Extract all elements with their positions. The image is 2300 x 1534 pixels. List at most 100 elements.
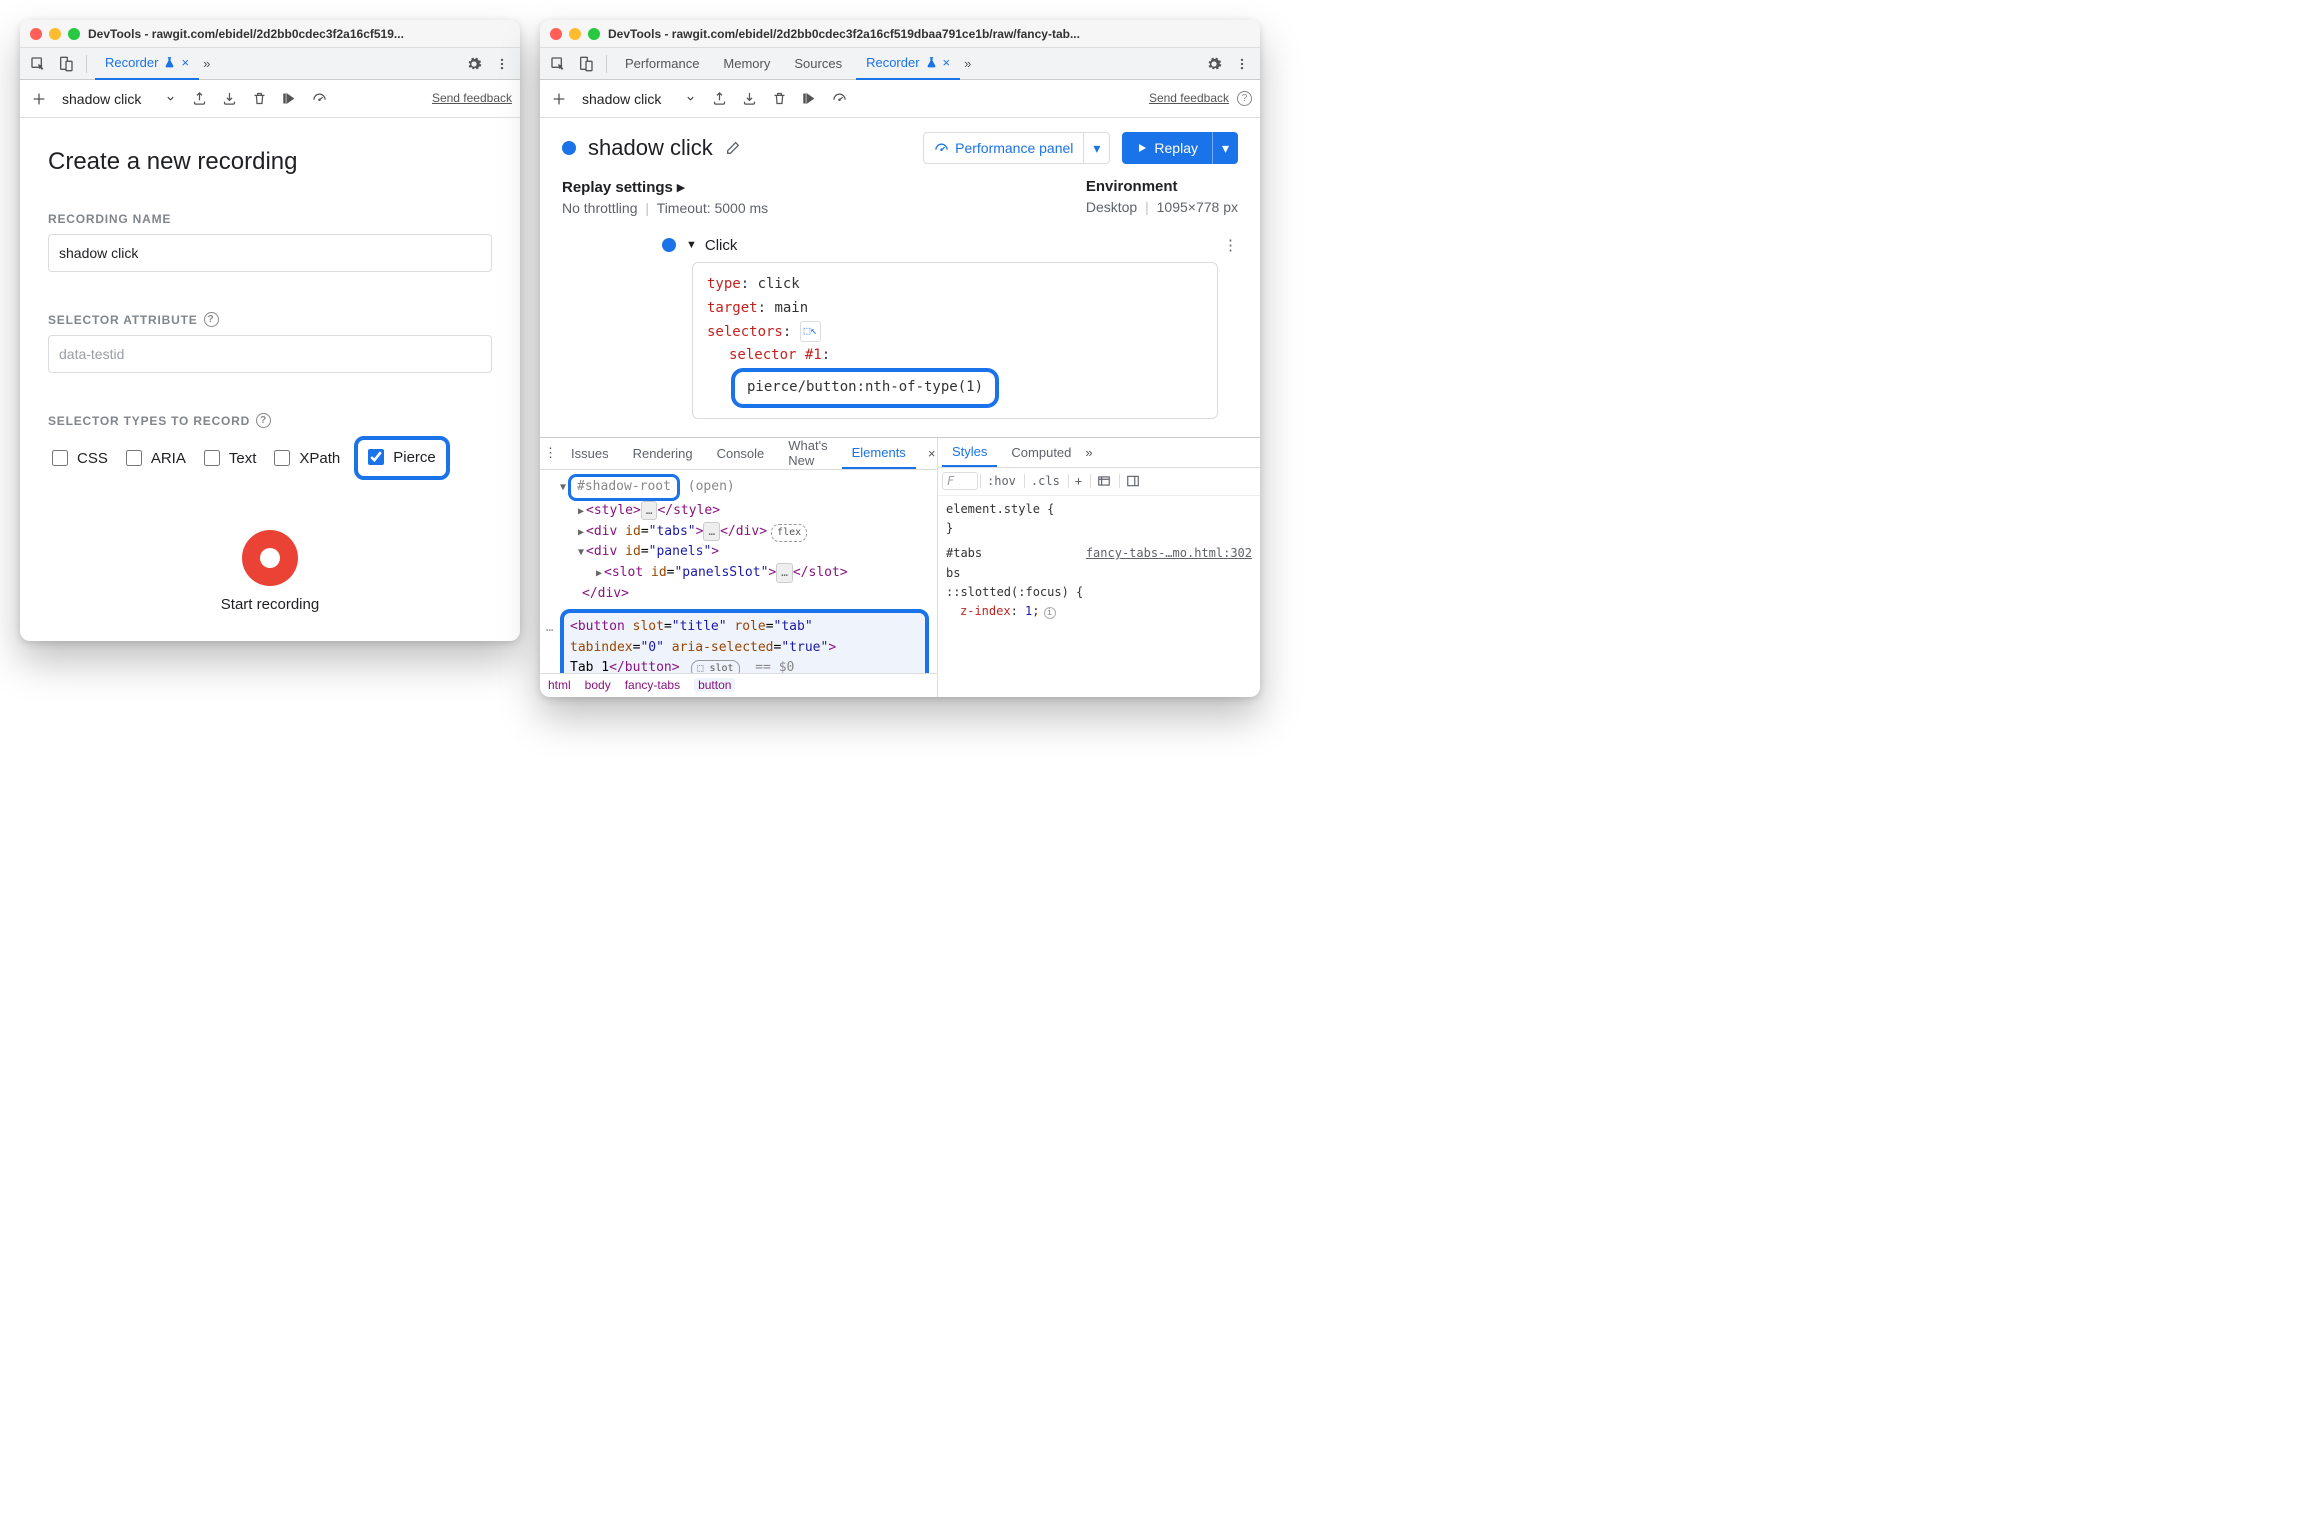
help-icon[interactable]: ? (1237, 91, 1252, 106)
checkbox-css[interactable]: CSS (48, 447, 108, 469)
tab-rendering[interactable]: Rendering (623, 437, 703, 469)
settings-gear-icon[interactable] (462, 52, 486, 76)
flex-badge[interactable]: flex (771, 524, 807, 542)
crumb-button[interactable]: button (694, 678, 735, 692)
edit-pencil-icon[interactable] (725, 140, 741, 156)
dropdown-icon[interactable]: ▾ (1212, 132, 1238, 164)
delete-icon[interactable] (768, 88, 790, 110)
minimize-window-icon[interactable] (569, 28, 581, 40)
slot-badge[interactable]: ⬚ slot (691, 660, 739, 673)
close-window-icon[interactable] (550, 28, 562, 40)
tab-memory[interactable]: Memory (713, 48, 780, 80)
more-tabs-icon[interactable]: » (203, 56, 210, 71)
close-window-icon[interactable] (30, 28, 42, 40)
close-tab-icon[interactable]: × (943, 55, 951, 70)
tab-styles[interactable]: Styles (942, 437, 997, 467)
selected-element[interactable]: ⋯ <button slot="title" role="tab" tabind… (560, 609, 929, 673)
send-feedback-link[interactable]: Send feedback (1149, 92, 1229, 105)
export-icon[interactable] (708, 88, 730, 110)
kebab-menu-icon[interactable] (1230, 52, 1254, 76)
devtools-tabbar: Performance Memory Sources Recorder × » (540, 48, 1260, 80)
kebab-menu-icon[interactable]: ⋮ (544, 441, 557, 465)
checkbox-text[interactable]: Text (200, 447, 257, 469)
step-over-icon[interactable] (278, 88, 300, 110)
play-slow-icon[interactable] (308, 88, 330, 110)
chevron-right-icon: ▸ (677, 179, 685, 196)
tab-recorder[interactable]: Recorder × (95, 48, 199, 80)
replay-settings-row: Replay settings ▸ No throttling | Timeou… (540, 174, 1260, 224)
play-slow-icon[interactable] (828, 88, 850, 110)
import-icon[interactable] (218, 88, 240, 110)
kebab-menu-icon[interactable] (490, 52, 514, 76)
cls-toggle[interactable]: .cls (1024, 474, 1066, 488)
crumb-html[interactable]: html (548, 678, 571, 692)
recording-select[interactable]: shadow click (578, 91, 700, 107)
computed-icon[interactable] (1090, 474, 1117, 488)
device-toggle-icon[interactable] (54, 52, 78, 76)
dom-tree[interactable]: ▼#shadow-root (open) ▶<style>…</style> ▶… (540, 470, 937, 673)
tab-computed[interactable]: Computed (1001, 437, 1081, 467)
checkbox-pierce[interactable]: Pierce (364, 446, 436, 468)
checkbox-xpath[interactable]: XPath (270, 447, 340, 469)
performance-panel-button[interactable]: Performance panel ▾ (923, 132, 1110, 164)
info-icon[interactable]: i (1044, 607, 1056, 619)
step-timeline: ▼ Click ⋮ type: click target: main selec… (540, 224, 1260, 437)
inspect-icon[interactable] (26, 52, 50, 76)
tab-recorder[interactable]: Recorder × (856, 48, 960, 80)
inspect-icon[interactable] (546, 52, 570, 76)
export-icon[interactable] (188, 88, 210, 110)
crumb-fancy-tabs[interactable]: fancy-tabs (625, 678, 680, 692)
delete-icon[interactable] (248, 88, 270, 110)
minimize-window-icon[interactable] (49, 28, 61, 40)
window-title: DevTools - rawgit.com/ebidel/2d2bb0cdec3… (608, 27, 1080, 41)
filter-input[interactable]: F (942, 472, 978, 490)
maximize-window-icon[interactable] (68, 28, 80, 40)
new-rule-icon[interactable]: + (1068, 474, 1088, 488)
help-icon[interactable]: ? (256, 413, 271, 428)
start-recording-button[interactable] (242, 530, 298, 586)
recording-select[interactable]: shadow click (58, 91, 180, 107)
pick-element-icon[interactable]: ⬚↖ (800, 321, 821, 342)
maximize-window-icon[interactable] (588, 28, 600, 40)
breadcrumbs[interactable]: html body fancy-tabs button (540, 673, 937, 697)
more-tabs-icon[interactable]: » (964, 56, 971, 71)
add-recording-icon[interactable] (548, 88, 570, 110)
chevron-down-icon (685, 93, 696, 104)
crumb-body[interactable]: body (585, 678, 611, 692)
hov-toggle[interactable]: :hov (980, 474, 1022, 488)
add-recording-icon[interactable] (28, 88, 50, 110)
step-dot-icon (662, 238, 676, 252)
styles-rules[interactable]: element.style { } fancy-tabs-…mo.html:30… (938, 496, 1260, 697)
step-menu-icon[interactable]: ⋮ (1223, 236, 1238, 254)
recording-name-input[interactable] (48, 234, 492, 272)
device-toggle-icon[interactable] (574, 52, 598, 76)
dropdown-icon[interactable]: ▾ (1083, 133, 1109, 163)
settings-gear-icon[interactable] (1202, 52, 1226, 76)
source-link[interactable]: fancy-tabs-…mo.html:302 (1086, 544, 1252, 563)
overflow-dots-icon: ⋯ (546, 621, 553, 640)
replay-settings-head[interactable]: Replay settings ▸ (562, 178, 768, 196)
pierce-highlight: Pierce (354, 436, 450, 480)
help-icon[interactable]: ? (204, 312, 219, 327)
flask-icon (925, 56, 938, 69)
tab-elements[interactable]: Elements (842, 437, 916, 469)
device-value: Desktop (1086, 199, 1137, 215)
checkbox-aria[interactable]: ARIA (122, 447, 186, 469)
toggle-sidebar-icon[interactable] (1119, 474, 1146, 488)
tab-console[interactable]: Console (707, 437, 775, 469)
more-tabs-icon[interactable]: » (1085, 445, 1092, 460)
replay-button[interactable]: Replay ▾ (1122, 132, 1238, 164)
tab-sources[interactable]: Sources (784, 48, 852, 80)
step-header[interactable]: ▼ Click ⋮ (662, 236, 1238, 254)
recorder-toolbar: shadow click Send feedback (20, 80, 520, 118)
close-tab-icon[interactable]: × (181, 55, 189, 70)
dimensions-value: 1095×778 px (1157, 199, 1238, 215)
selector-attribute-input[interactable] (48, 335, 492, 373)
send-feedback-link[interactable]: Send feedback (432, 92, 512, 105)
collapse-icon[interactable]: ▼ (686, 239, 697, 251)
import-icon[interactable] (738, 88, 760, 110)
tab-issues[interactable]: Issues (561, 437, 619, 469)
step-over-icon[interactable] (798, 88, 820, 110)
tab-whats-new[interactable]: What's New (778, 437, 837, 469)
tab-performance[interactable]: Performance (615, 48, 709, 80)
